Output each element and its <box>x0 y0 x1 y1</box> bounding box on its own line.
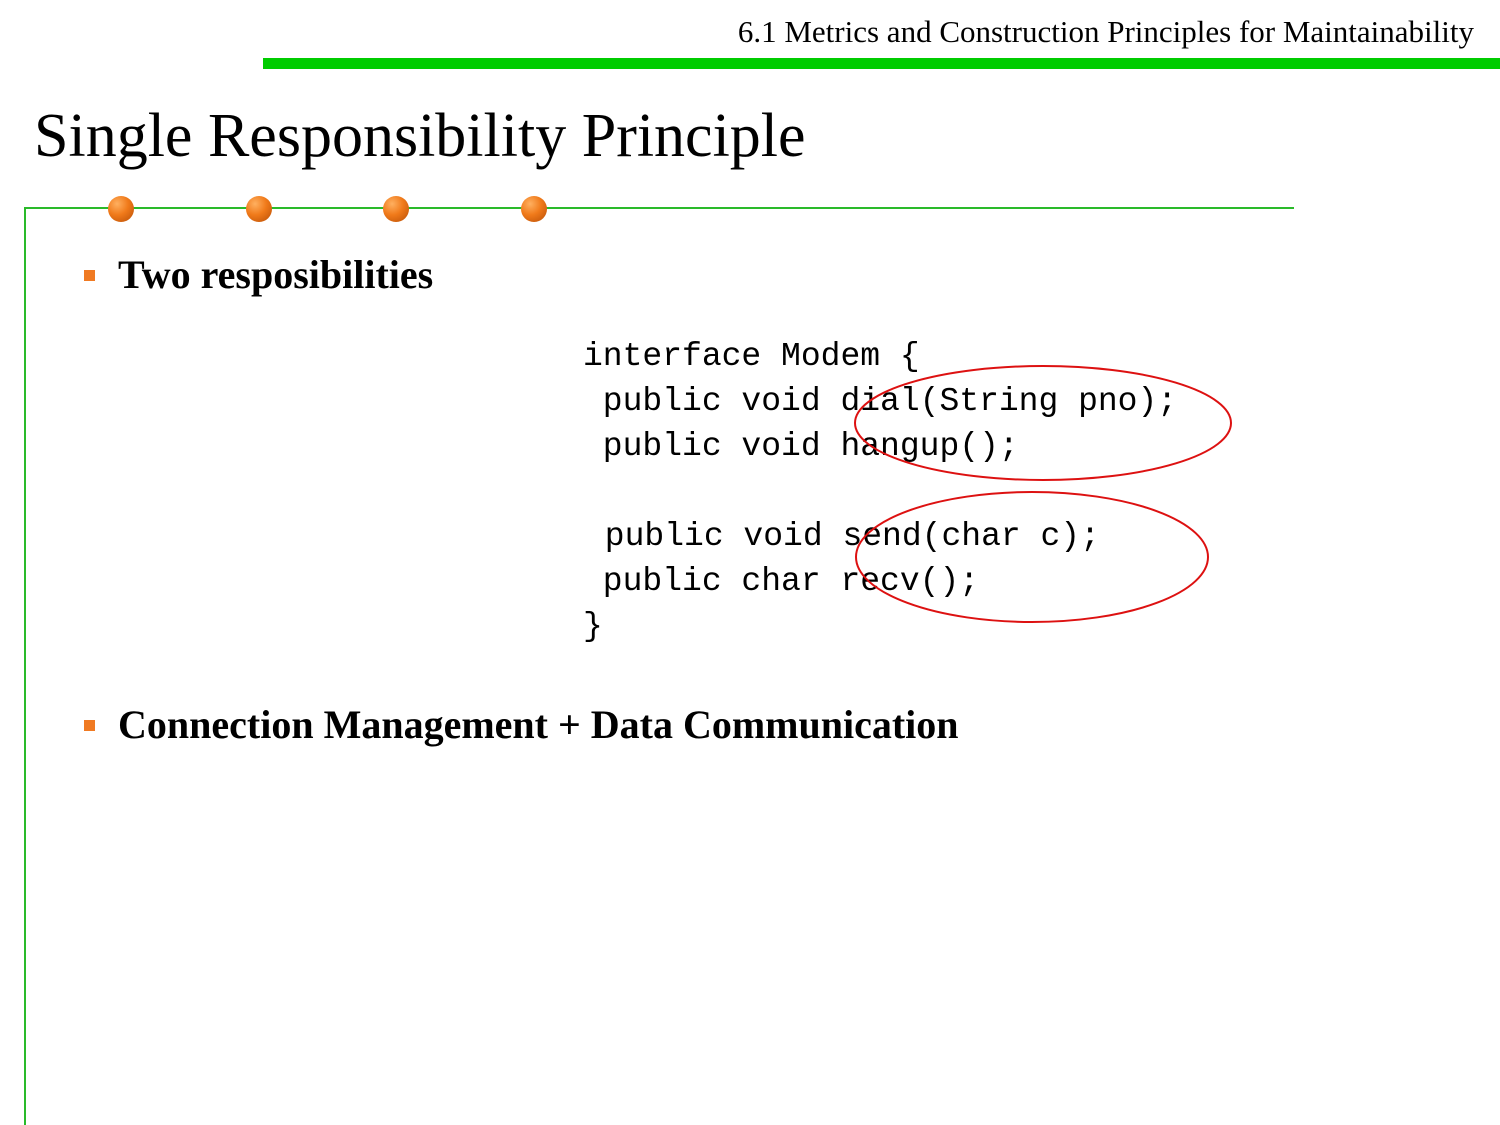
code-line: public void hangup(); <box>583 428 1019 465</box>
decorative-dot <box>383 196 409 222</box>
square-bullet-icon <box>84 719 95 731</box>
section-title: 6.1 Metrics and Construction Principles … <box>737 14 1474 49</box>
bullet-text: Two resposibilities <box>118 252 434 297</box>
slide-title: Single Responsibility Principle <box>34 102 806 170</box>
code-line: } <box>583 608 603 645</box>
code-line: public void send(char c); <box>585 518 1100 555</box>
code-line: interface Modem { <box>583 338 920 375</box>
frame-left-line <box>24 207 26 1125</box>
header-bar <box>263 58 1500 69</box>
decorative-dot <box>108 196 134 222</box>
bullet-text: Connection Management + Data Communicati… <box>118 702 959 747</box>
code-line: public char recv(); <box>583 563 980 600</box>
communication-methods-ellipse <box>855 491 1209 623</box>
decorative-dot <box>246 196 272 222</box>
decorative-dot <box>521 196 547 222</box>
frame-top-line <box>24 207 1294 209</box>
code-line: public void dial(String pno); <box>583 383 1178 420</box>
bullet-item: Two resposibilities <box>84 250 433 300</box>
bullet-item: Connection Management + Data Communicati… <box>84 700 959 750</box>
square-bullet-icon <box>84 269 95 281</box>
